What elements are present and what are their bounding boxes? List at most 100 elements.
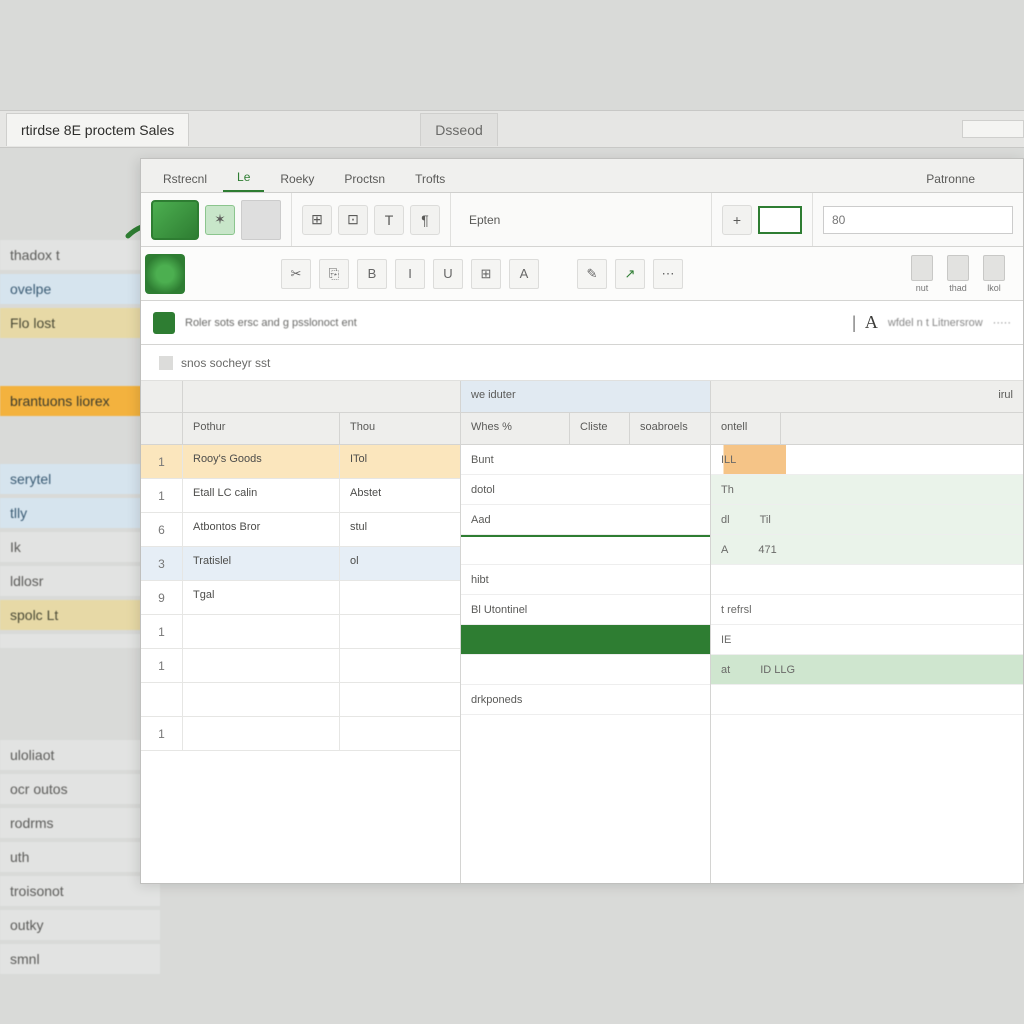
sidebar-item[interactable]: rodrms (0, 808, 160, 838)
table-row[interactable] (461, 655, 710, 685)
cell[interactable] (183, 649, 340, 682)
sidebar-item[interactable]: ldlosr (0, 566, 160, 596)
cell[interactable]: at (721, 664, 730, 676)
backdrop-tab-blank[interactable] (962, 120, 1024, 138)
table-row[interactable]: 1 (141, 717, 460, 751)
sidebar-item[interactable]: smnl (0, 944, 160, 974)
logo-icon[interactable] (145, 254, 185, 294)
ribbon-value-box[interactable] (758, 206, 802, 234)
ribbon-tab[interactable]: Le (223, 163, 264, 192)
ribbon-button[interactable]: T (374, 205, 404, 235)
table-row[interactable] (711, 565, 1023, 595)
header-cell[interactable] (183, 381, 460, 412)
table-row[interactable]: t refrsl (711, 595, 1023, 625)
cell[interactable]: ILL (721, 454, 736, 466)
app-icon[interactable] (151, 200, 199, 240)
cell[interactable]: ITol (340, 445, 460, 478)
cell[interactable]: dl (721, 514, 730, 526)
table-row[interactable]: 1Rooy's GoodsITol (141, 445, 460, 479)
table-row[interactable]: 3Tratislelol (141, 547, 460, 581)
table-row[interactable]: 9Tgal (141, 581, 460, 615)
sidebar-item[interactable]: Flo lost (0, 308, 160, 338)
table-row[interactable]: 1Etall LC calinAbstet (141, 479, 460, 513)
ribbon-tab[interactable]: Roeky (266, 165, 328, 192)
toolbar-button[interactable]: B (357, 259, 387, 289)
sidebar-item[interactable]: tlly (0, 498, 160, 528)
cell[interactable]: t refrsl (721, 604, 752, 616)
table-row[interactable]: Aad (461, 505, 710, 535)
cell[interactable]: Atbontos Bror (183, 513, 340, 546)
table-row[interactable]: 1 (141, 649, 460, 683)
sidebar-item[interactable]: spolc Lt (0, 600, 160, 630)
toolbar-button[interactable]: ✎ (577, 259, 607, 289)
sidebar-item[interactable]: ocr outos (0, 774, 160, 804)
table-row[interactable]: 1 (141, 615, 460, 649)
cell[interactable]: stul (340, 513, 460, 546)
column-header[interactable]: Cliste (570, 413, 630, 444)
table-row[interactable]: ILL (711, 445, 1023, 475)
table-row[interactable] (461, 625, 710, 655)
ribbon-button[interactable]: ⊞ (302, 205, 332, 235)
ribbon-mini-item[interactable]: lkol (983, 255, 1005, 293)
sidebar-item[interactable]: uth (0, 842, 160, 872)
table-row[interactable]: IE (711, 625, 1023, 655)
cell[interactable] (340, 649, 460, 682)
header-cell[interactable] (141, 413, 183, 444)
cell[interactable]: Tgal (183, 581, 340, 614)
cell[interactable]: IE (721, 634, 731, 646)
cell[interactable]: Til (760, 514, 771, 526)
backdrop-tab[interactable]: rtirdse 8E proctem Sales (6, 113, 189, 146)
cell[interactable] (183, 683, 340, 716)
table-row[interactable] (461, 535, 710, 565)
cell[interactable] (183, 615, 340, 648)
cell[interactable]: 471 (758, 544, 776, 556)
ribbon-button[interactable]: ¶ (410, 205, 440, 235)
column-header[interactable]: Whes % (461, 413, 570, 444)
sidebar-item[interactable] (0, 634, 160, 648)
toolbar-button[interactable]: ↗ (615, 259, 645, 289)
cell[interactable] (340, 581, 460, 614)
ribbon-button[interactable]: + (722, 205, 752, 235)
toolbar-button[interactable]: ✂ (281, 259, 311, 289)
table-row[interactable] (711, 685, 1023, 715)
table-row[interactable]: 6Atbontos Brorstul (141, 513, 460, 547)
sidebar-item[interactable]: serytel (0, 464, 160, 494)
ribbon-tab[interactable]: Trofts (401, 165, 459, 192)
sidebar-item[interactable]: troisonot (0, 876, 160, 906)
cell[interactable] (183, 717, 340, 750)
cell[interactable]: ol (340, 547, 460, 580)
column-header[interactable]: soabroels (630, 413, 710, 444)
toolbar-button[interactable]: U (433, 259, 463, 289)
sidebar-item[interactable]: Ik (0, 532, 160, 562)
ribbon-button[interactable]: ✶ (205, 205, 235, 235)
ribbon-mini-item[interactable]: thad (947, 255, 969, 293)
ribbon-tab[interactable]: Proctsn (330, 165, 399, 192)
column-header[interactable]: Pothur (183, 413, 340, 444)
column-header[interactable]: we iduter (461, 381, 710, 412)
cell[interactable]: Rooy's Goods (183, 445, 340, 478)
column-header[interactable]: irul (711, 381, 1023, 412)
table-row[interactable]: A471 (711, 535, 1023, 565)
ribbon-button[interactable]: ⊡ (338, 205, 368, 235)
table-row[interactable]: drkponeds (461, 685, 710, 715)
column-header[interactable]: Thou (340, 413, 460, 444)
cell[interactable] (340, 717, 460, 750)
search-field[interactable] (823, 206, 1013, 234)
table-row[interactable]: dotol (461, 475, 710, 505)
toolbar-button[interactable]: ⎘ (319, 259, 349, 289)
ribbon-tab-right[interactable]: Patronne (912, 165, 1015, 192)
sidebar-item[interactable]: outky (0, 910, 160, 940)
cell[interactable]: Etall LC calin (183, 479, 340, 512)
toolbar-button[interactable]: I (395, 259, 425, 289)
column-header[interactable] (781, 413, 1023, 444)
table-row[interactable]: hibt (461, 565, 710, 595)
cell[interactable]: Abstet (340, 479, 460, 512)
table-row[interactable]: Bunt (461, 445, 710, 475)
table-row[interactable]: at ID LLG (711, 655, 1023, 685)
sidebar-item[interactable]: ovelpe (0, 274, 160, 304)
cell[interactable]: ID LLG (760, 664, 795, 676)
sidebar-item[interactable]: thadox t (0, 240, 160, 270)
table-row[interactable]: dl Til (711, 505, 1023, 535)
cell[interactable]: Tratislel (183, 547, 340, 580)
table-row[interactable] (141, 683, 460, 717)
